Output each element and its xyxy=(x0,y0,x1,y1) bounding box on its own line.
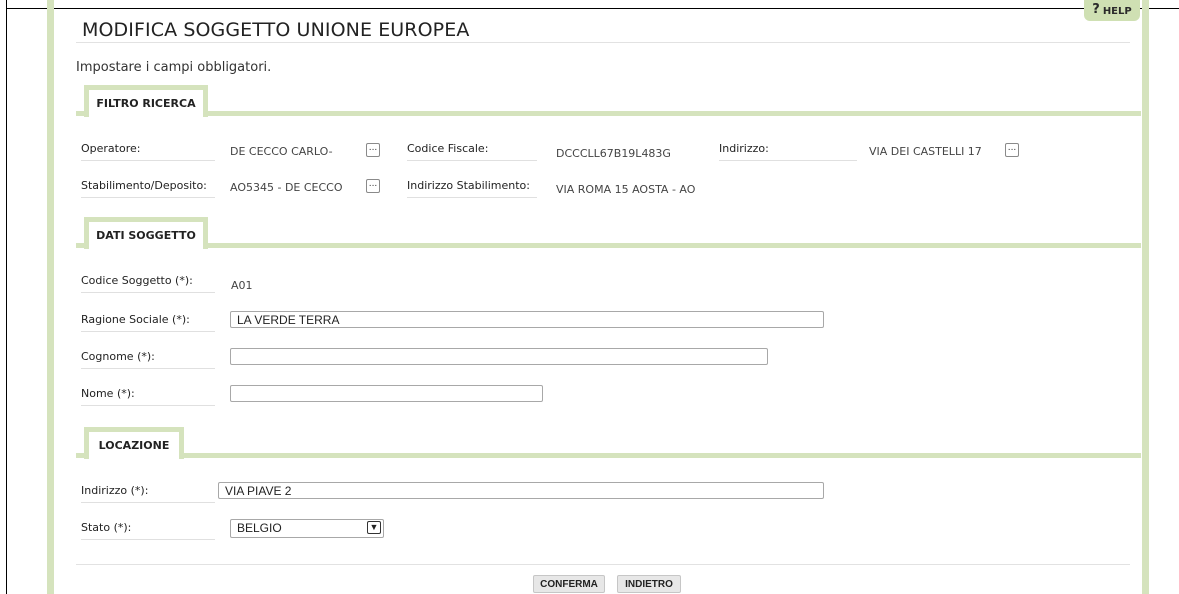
codice-soggetto-label: Codice Soggetto (*): xyxy=(81,274,215,293)
indietro-label: INDIETRO xyxy=(625,578,673,590)
ragione-sociale-input[interactable] xyxy=(230,311,824,328)
stato-label: Stato (*): xyxy=(81,521,215,540)
operatore-value: DE CECCO CARLO- xyxy=(230,145,333,158)
tab-dati-soggetto: DATI SOGGETTO xyxy=(84,217,208,249)
conferma-label: CONFERMA xyxy=(540,578,598,590)
codice-fiscale-label: Codice Fiscale: xyxy=(407,142,537,161)
frame-right-bar xyxy=(1142,0,1149,594)
stabilimento-label: Stabilimento/Deposito: xyxy=(81,179,215,198)
help-button[interactable]: ? HELP xyxy=(1084,0,1140,21)
locazione-indirizzo-label: Indirizzo (*): xyxy=(81,484,215,503)
tab-dati-soggetto-label: DATI SOGGETTO xyxy=(96,229,196,242)
indirizzo-label: Indirizzo: xyxy=(719,142,857,161)
title-divider xyxy=(76,42,1130,43)
codice-fiscale-value: DCCCLL67B19L483G xyxy=(556,147,671,160)
window-left-border xyxy=(6,0,7,594)
indirizzo-stabilimento-label: Indirizzo Stabilimento: xyxy=(407,179,537,198)
indirizzo-value: VIA DEI CASTELLI 17 xyxy=(869,145,982,158)
stato-selected-value: BELGIO xyxy=(237,521,282,535)
page-title: MODIFICA SOGGETTO UNIONE EUROPEA xyxy=(82,19,470,41)
tab-filtro-ricerca: FILTRO RICERCA xyxy=(84,85,208,117)
codice-soggetto-value: A01 xyxy=(231,279,253,292)
indirizzo-lookup-button[interactable]: ... xyxy=(1005,143,1019,157)
tab-locazione: LOCAZIONE xyxy=(84,427,184,459)
locazione-indirizzo-input[interactable] xyxy=(218,482,824,499)
chevron-down-icon[interactable]: ▼ xyxy=(367,521,381,534)
stabilimento-value: AO5345 - DE CECCO xyxy=(230,181,343,194)
indietro-button[interactable]: INDIETRO xyxy=(617,575,681,593)
locazione-section-rule xyxy=(76,453,1141,458)
conferma-button[interactable]: CONFERMA xyxy=(533,575,605,593)
tab-locazione-label: LOCAZIONE xyxy=(98,439,170,452)
frame-left-bar xyxy=(47,0,54,594)
ellipsis-icon: ... xyxy=(1007,143,1017,153)
ellipsis-icon: ... xyxy=(368,179,378,189)
help-icon: ? xyxy=(1092,2,1100,17)
cognome-input[interactable] xyxy=(230,348,768,365)
operatore-lookup-button[interactable]: ... xyxy=(366,143,380,157)
nome-input[interactable] xyxy=(230,385,543,402)
tab-filtro-ricerca-label: FILTRO RICERCA xyxy=(96,97,196,110)
help-label: HELP xyxy=(1102,6,1132,17)
instructions-text: Impostare i campi obbligatori. xyxy=(76,60,272,75)
ragione-sociale-label: Ragione Sociale (*): xyxy=(81,313,215,332)
window-top-border xyxy=(6,8,1179,9)
soggetto-section-rule xyxy=(76,243,1141,248)
ellipsis-icon: ... xyxy=(368,143,378,153)
indirizzo-stabilimento-value: VIA ROMA 15 AOSTA - AO xyxy=(556,183,696,196)
actions-divider xyxy=(76,564,1130,565)
operatore-label: Operatore: xyxy=(81,142,215,161)
nome-label: Nome (*): xyxy=(81,387,215,406)
stabilimento-lookup-button[interactable]: ... xyxy=(366,179,380,193)
stato-select[interactable]: BELGIO ▼ xyxy=(230,519,384,538)
filtro-section-rule xyxy=(76,111,1141,116)
cognome-label: Cognome (*): xyxy=(81,350,215,369)
